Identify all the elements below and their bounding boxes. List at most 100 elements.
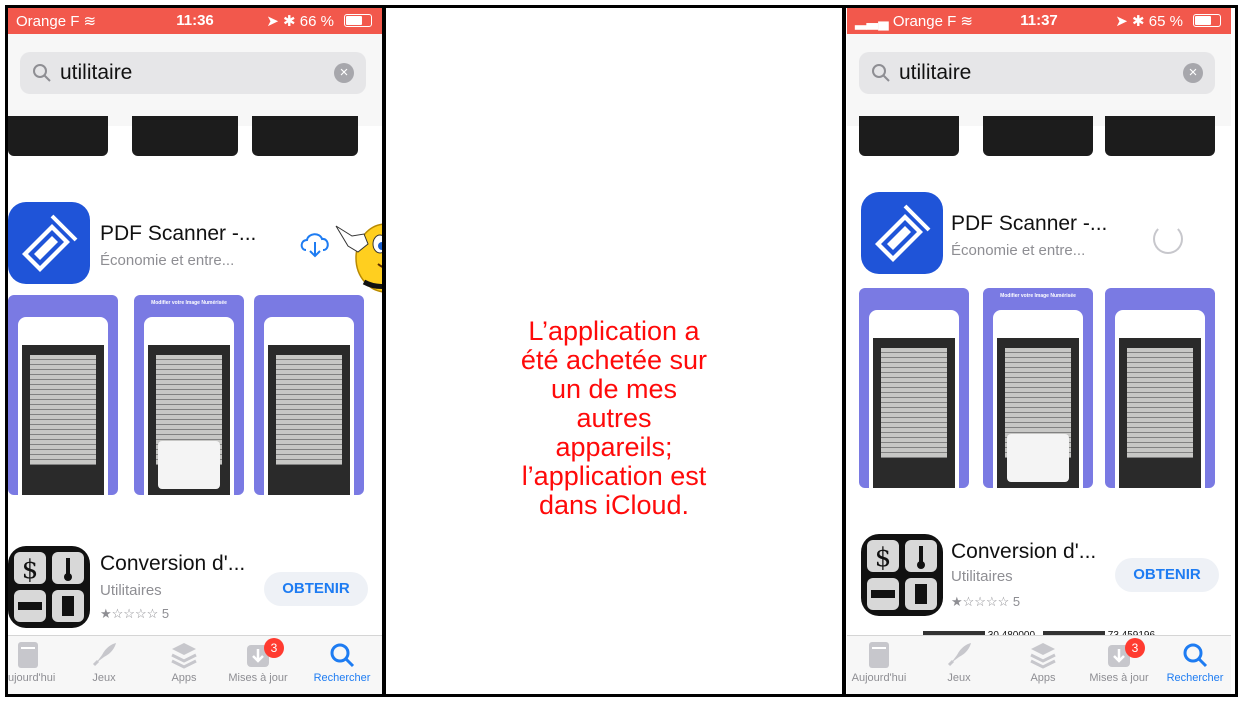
right-divider xyxy=(842,5,846,697)
bluetooth-icon: ✱ xyxy=(283,13,296,30)
app-name: Conversion d'... xyxy=(100,552,246,575)
rating-count: 5 xyxy=(1012,594,1021,609)
annotation-line: l’application est xyxy=(521,461,707,491)
get-button[interactable]: OBTENIR xyxy=(1115,558,1219,592)
tab-label: Aujourd'hui xyxy=(8,672,56,684)
battery-icon xyxy=(1193,14,1221,27)
app-rating: ★☆☆☆☆ 5 xyxy=(100,606,169,622)
tab-label: Apps xyxy=(1030,672,1056,684)
tab-apps[interactable]: Apps xyxy=(148,640,220,684)
tab-updates[interactable]: 3 Mises à jour xyxy=(222,638,294,684)
app-name: PDF Scanner -... xyxy=(100,222,257,245)
screenshot-thumb xyxy=(983,116,1093,156)
tab-search[interactable]: Rechercher xyxy=(306,640,378,684)
tab-label: Mises à jour xyxy=(1089,672,1149,684)
tab-search[interactable]: Rechercher xyxy=(1159,640,1231,684)
tab-label: Jeux xyxy=(92,672,116,684)
left-divider xyxy=(382,5,386,697)
search-icon xyxy=(330,643,355,668)
tab-label: Mises à jour xyxy=(228,672,288,684)
conversion-app-icon: $ xyxy=(861,534,943,616)
rating-stars: ★☆☆☆☆ xyxy=(100,606,159,621)
today-icon xyxy=(869,642,889,668)
search-icon xyxy=(33,64,51,82)
svg-text:$: $ xyxy=(875,543,892,573)
tab-apps[interactable]: Apps xyxy=(1007,640,1079,684)
app-screenshot-1 xyxy=(859,288,969,488)
layers-icon xyxy=(1030,643,1056,669)
battery-percent: ➤ ✱ 66 % xyxy=(266,13,334,30)
screenshot-thumb xyxy=(132,116,238,156)
app-screenshot-2: Modifier votre Image Numérisée xyxy=(134,295,244,495)
svg-text:$: $ xyxy=(22,555,39,585)
app-category: Utilitaires xyxy=(951,568,1013,585)
status-bar: ▂▃▄ Orange F ≋ 11:37 ➤ ✱ 65 % xyxy=(847,8,1231,34)
search-area: utilitaire × xyxy=(847,34,1231,126)
clear-search-icon[interactable]: × xyxy=(334,63,354,83)
screenshot-thumb xyxy=(8,116,108,156)
battery-icon xyxy=(344,14,372,27)
updates-badge: 3 xyxy=(264,638,284,658)
bluetooth-icon: ✱ xyxy=(1132,13,1145,30)
app-screenshot-3 xyxy=(254,295,364,495)
tab-today[interactable]: Aujourd'hui xyxy=(8,640,64,684)
app-result-pdf-scanner[interactable]: PDF Scanner -... Économie et entre... xyxy=(8,198,382,293)
screenshot-gallery[interactable]: Modifier votre Image Numérisée xyxy=(847,288,1231,488)
rating-count: 5 xyxy=(161,606,170,621)
search-icon xyxy=(872,64,890,82)
app-result-conversion[interactable]: $ Conversion d'... Utilitaires ★☆☆☆☆ 5 O… xyxy=(8,542,382,632)
app-name: PDF Scanner -... xyxy=(951,212,1108,235)
rocket-icon xyxy=(947,643,971,667)
previous-result-screenshots xyxy=(8,116,382,166)
tab-label: Aujourd'hui xyxy=(851,672,907,684)
tab-updates[interactable]: 3 Mises à jour xyxy=(1083,638,1155,684)
annotation-text: L’application a été achetée sur un de me… xyxy=(388,317,840,520)
tab-label: Jeux xyxy=(947,672,971,684)
tab-label: Rechercher xyxy=(313,672,371,684)
battery-percent: ➤ ✱ 65 % xyxy=(1115,13,1183,30)
annotation-line: dans iCloud. xyxy=(538,490,690,520)
screenshot-thumb xyxy=(859,116,959,156)
annotation-line: autres xyxy=(576,403,652,433)
pdf-scanner-app-icon xyxy=(861,192,943,274)
location-icon: ➤ xyxy=(1115,13,1128,30)
screenshot-caption: Modifier votre Image Numérisée xyxy=(151,300,227,306)
search-icon xyxy=(1183,643,1208,668)
download-progress-spinner xyxy=(1153,224,1183,254)
clear-search-icon[interactable]: × xyxy=(1183,63,1203,83)
screenshot-thumb xyxy=(1105,116,1215,156)
rating-stars: ★☆☆☆☆ xyxy=(951,594,1010,609)
updates-badge: 3 xyxy=(1125,638,1145,658)
search-input[interactable]: utilitaire × xyxy=(859,52,1215,94)
app-screenshot-2: Modifier votre Image Numérisée xyxy=(983,288,1093,488)
screenshot-caption: Modifier votre Image Numérisée xyxy=(1000,293,1076,299)
annotation-line: appareils; xyxy=(555,432,673,462)
annotation-line: été achetée sur xyxy=(520,345,708,375)
pointing-smiley-icon xyxy=(334,212,382,303)
app-name: Conversion d'... xyxy=(951,540,1097,563)
search-area: utilitaire × xyxy=(8,34,382,126)
screenshot-thumb xyxy=(252,116,358,156)
tab-label: Rechercher xyxy=(1166,672,1224,684)
tab-games[interactable]: Jeux xyxy=(923,640,995,684)
previous-result-screenshots xyxy=(847,116,1231,166)
tab-games[interactable]: Jeux xyxy=(68,640,140,684)
pdf-scanner-app-icon xyxy=(8,202,90,284)
app-screenshot-1 xyxy=(8,295,118,495)
screenshot-gallery[interactable]: Modifier votre Image Numérisée xyxy=(8,295,382,495)
app-result-pdf-scanner[interactable]: PDF Scanner -... Économie et entre... xyxy=(847,188,1231,278)
cloud-download-icon[interactable] xyxy=(298,228,332,265)
annotation-line: L’application a xyxy=(528,316,700,346)
today-icon xyxy=(18,642,38,668)
app-category: Utilitaires xyxy=(100,582,162,599)
app-category: Économie et entre... xyxy=(100,252,235,269)
app-rating: ★☆☆☆☆ 5 xyxy=(951,594,1020,610)
app-category: Économie et entre... xyxy=(951,242,1086,259)
search-query: utilitaire xyxy=(60,61,133,84)
tab-today[interactable]: Aujourd'hui xyxy=(847,640,915,684)
location-icon: ➤ xyxy=(266,13,279,30)
tab-label: Apps xyxy=(171,672,197,684)
search-input[interactable]: utilitaire × xyxy=(20,52,366,94)
get-button[interactable]: OBTENIR xyxy=(264,572,368,606)
app-result-conversion[interactable]: $ Conversion d'... Utilitaires ★☆☆☆☆ 5 O… xyxy=(847,530,1231,620)
